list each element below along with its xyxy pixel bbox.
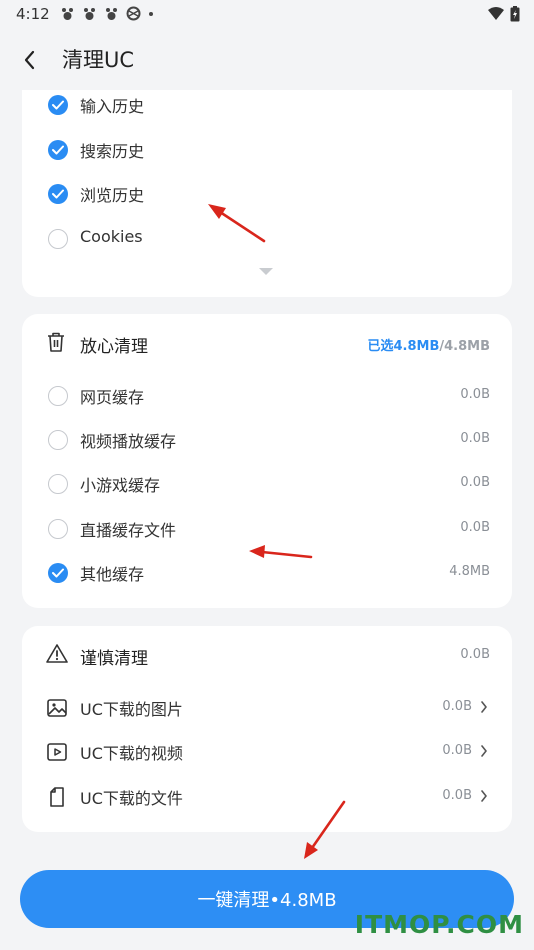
section-header: 放心清理 已选4.8MB/4.8MB: [22, 329, 512, 359]
list-item[interactable]: UC下载的图片 0.0B: [22, 693, 512, 723]
section-size: 0.0B: [460, 647, 490, 662]
warning-icon: [46, 644, 68, 663]
check-icon: [52, 145, 64, 155]
notification-icons: [60, 6, 154, 21]
status-time: 4:12: [16, 5, 50, 23]
chevron-right-icon: [481, 745, 487, 757]
selected-amount: 已选4.8MB: [367, 339, 440, 354]
item-size: 0.0B: [460, 387, 490, 402]
item-label: Cookies: [80, 227, 143, 246]
item-label: 网页缓存: [80, 388, 145, 407]
checkbox-unchecked[interactable]: [48, 474, 68, 494]
selected-size: 已选4.8MB/4.8MB: [368, 335, 491, 354]
item-size: 0.0B: [460, 475, 490, 490]
list-item[interactable]: 直播缓存文件 0.0B: [22, 514, 512, 544]
item-size: 0.0B: [442, 699, 472, 714]
browser-notification-icon: [126, 6, 141, 21]
file-icon: [50, 787, 64, 807]
item-size: 4.8MB: [449, 564, 490, 579]
checkbox-unchecked[interactable]: [48, 386, 68, 406]
image-icon: [47, 699, 67, 717]
item-label: 搜索历史: [80, 142, 145, 161]
list-item[interactable]: UC下载的文件 0.0B: [22, 782, 512, 812]
video-icon: [47, 743, 67, 761]
checkbox-unchecked[interactable]: [48, 430, 68, 450]
item-label: 小游戏缓存: [80, 476, 161, 495]
list-item[interactable]: 搜索历史: [22, 135, 512, 165]
list-item[interactable]: 网页缓存 0.0B: [22, 381, 512, 411]
back-button[interactable]: [18, 46, 44, 74]
check-icon: [52, 100, 64, 110]
item-label: UC下载的视频: [80, 744, 183, 763]
expand-arrow-icon[interactable]: [259, 268, 273, 275]
chevron-right-icon: [481, 701, 487, 713]
page-title: 清理UC: [62, 48, 135, 72]
item-label: 视频播放缓存: [80, 432, 177, 451]
checkbox-checked[interactable]: [48, 95, 68, 115]
paw-notification-icon: [84, 8, 95, 20]
battery-icon: [510, 6, 520, 22]
list-item[interactable]: UC下载的视频 0.0B: [22, 737, 512, 767]
list-item[interactable]: 浏览历史: [22, 179, 512, 209]
list-item[interactable]: 小游戏缓存 0.0B: [22, 469, 512, 499]
watermark: ITMOP.COM: [354, 910, 524, 939]
total-amount: /4.8MB: [439, 339, 490, 354]
item-size: 0.0B: [442, 788, 472, 803]
title-bar: 清理UC: [0, 30, 534, 90]
paw-notification-icon: [106, 8, 117, 20]
checkbox-checked[interactable]: [48, 184, 68, 204]
section-header: 谨慎清理 0.0B: [22, 641, 512, 671]
item-size: 0.0B: [460, 520, 490, 535]
careful-clean-card: 谨慎清理 0.0B UC下载的图片 0.0B UC下载的视频 0.0B UC下载…: [22, 626, 512, 832]
safe-clean-card: 放心清理 已选4.8MB/4.8MB 网页缓存 0.0B 视频播放缓存 0.0B…: [22, 314, 512, 608]
item-label: 直播缓存文件: [80, 521, 177, 540]
chevron-left-icon: [24, 50, 35, 70]
item-label: UC下载的图片: [80, 700, 183, 719]
system-icons: [488, 6, 520, 22]
item-label: UC下载的文件: [80, 789, 183, 808]
history-card: 输入历史 搜索历史 浏览历史 Cookies: [22, 90, 512, 297]
item-size: 0.0B: [442, 743, 472, 758]
trash-icon: [48, 332, 64, 352]
item-label: 其他缓存: [80, 565, 145, 584]
checkbox-checked[interactable]: [48, 140, 68, 160]
section-title: 谨慎清理: [80, 649, 148, 669]
checkbox-unchecked[interactable]: [48, 519, 68, 539]
list-item[interactable]: Cookies: [22, 224, 512, 254]
status-bar: 4:12: [0, 0, 534, 30]
check-icon: [52, 189, 64, 199]
section-title: 放心清理: [80, 337, 148, 357]
paw-notification-icon: [62, 8, 73, 20]
check-icon: [52, 568, 64, 578]
list-item[interactable]: 输入历史: [22, 90, 512, 120]
list-item[interactable]: 其他缓存 4.8MB: [22, 558, 512, 588]
item-size: 0.0B: [460, 431, 490, 446]
wifi-icon: [488, 7, 504, 20]
chevron-right-icon: [481, 790, 487, 802]
item-label: 浏览历史: [80, 186, 145, 205]
dot-icon: [149, 12, 153, 16]
checkbox-unchecked[interactable]: [48, 229, 68, 249]
checkbox-checked[interactable]: [48, 563, 68, 583]
item-label: 输入历史: [80, 97, 145, 116]
list-item[interactable]: 视频播放缓存 0.0B: [22, 425, 512, 455]
